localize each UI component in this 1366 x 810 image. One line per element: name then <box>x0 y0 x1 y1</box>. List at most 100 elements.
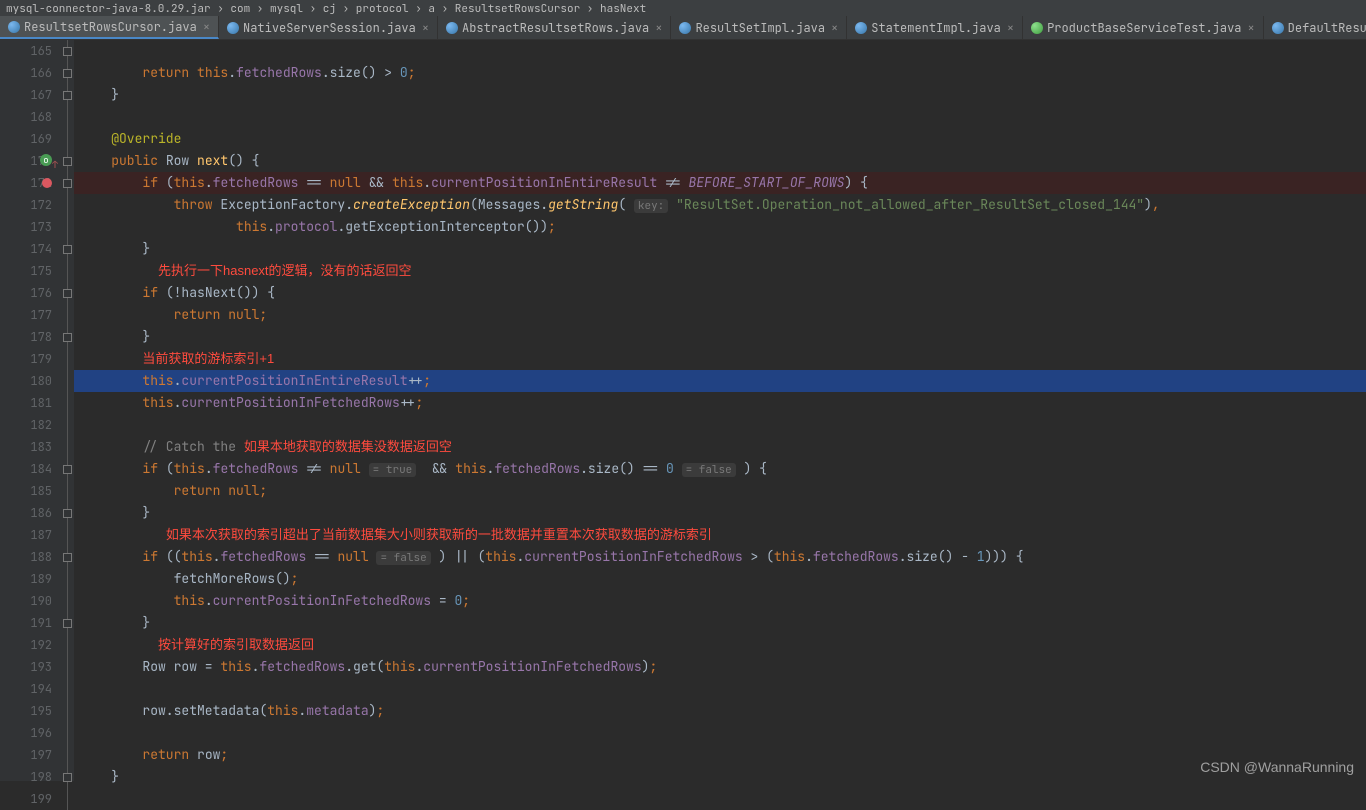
fold-region[interactable] <box>60 458 74 480</box>
close-icon[interactable]: × <box>829 20 838 36</box>
code-line[interactable]: if ((this.fetchedRows == null = false ) … <box>74 546 1366 568</box>
fold-region[interactable] <box>60 194 74 216</box>
line-number[interactable]: 190 <box>0 590 56 612</box>
code-line[interactable]: return null; <box>74 304 1366 326</box>
code-line[interactable]: @Override <box>74 128 1366 150</box>
code-line[interactable]: 先执行一下hasnext的逻辑，没有的话返回空 <box>74 260 1366 282</box>
fold-region[interactable] <box>60 172 74 194</box>
fold-region[interactable] <box>60 766 74 788</box>
line-number[interactable]: 182 <box>0 414 56 436</box>
tab-productbaseservicetest[interactable]: ProductBaseServiceTest.java × <box>1023 16 1264 39</box>
fold-toggle-icon[interactable] <box>63 47 72 56</box>
line-number[interactable]: 191 <box>0 612 56 634</box>
fold-toggle-icon[interactable] <box>63 619 72 628</box>
fold-region[interactable] <box>60 326 74 348</box>
line-number[interactable]: 194 <box>0 678 56 700</box>
code-line[interactable]: Row row = this.fetchedRows.get(this.curr… <box>74 656 1366 678</box>
fold-region[interactable] <box>60 656 74 678</box>
fold-region[interactable] <box>60 128 74 150</box>
fold-toggle-icon[interactable] <box>63 509 72 518</box>
line-number[interactable]: 196 <box>0 722 56 744</box>
code-line[interactable]: throw ExceptionFactory.createException(M… <box>74 194 1366 216</box>
fold-region[interactable] <box>60 62 74 84</box>
code-line[interactable]: 当前获取的游标索引+1 <box>74 348 1366 370</box>
fold-region[interactable] <box>60 304 74 326</box>
code-line[interactable]: public Row next() { <box>74 150 1366 172</box>
line-number[interactable]: 170o↑ <box>0 150 56 172</box>
line-number[interactable]: 192 <box>0 634 56 656</box>
line-number[interactable]: 186 <box>0 502 56 524</box>
fold-region[interactable] <box>60 392 74 414</box>
fold-region[interactable] <box>60 678 74 700</box>
line-number[interactable]: 165 <box>0 40 56 62</box>
fold-region[interactable] <box>60 216 74 238</box>
line-number[interactable]: 189 <box>0 568 56 590</box>
code-line[interactable] <box>74 678 1366 700</box>
fold-region[interactable] <box>60 502 74 524</box>
line-number[interactable]: 172 <box>0 194 56 216</box>
fold-region[interactable] <box>60 480 74 502</box>
code-line[interactable]: } <box>74 238 1366 260</box>
code-line[interactable]: 按计算好的索引取数据返回 <box>74 634 1366 656</box>
code-area[interactable]: return this.fetchedRows.size() > 0; } @O… <box>74 40 1366 781</box>
line-number[interactable]: 171 <box>0 172 56 194</box>
tab-nativeserversession[interactable]: NativeServerSession.java × <box>219 16 438 39</box>
code-line[interactable]: if (!hasNext()) { <box>74 282 1366 304</box>
code-line[interactable] <box>74 788 1366 810</box>
code-line[interactable]: } <box>74 502 1366 524</box>
close-icon[interactable]: × <box>420 20 429 36</box>
line-number[interactable]: 197 <box>0 744 56 766</box>
line-number[interactable]: 176 <box>0 282 56 304</box>
fold-toggle-icon[interactable] <box>63 773 72 782</box>
fold-region[interactable] <box>60 414 74 436</box>
fold-region[interactable] <box>60 568 74 590</box>
tab-defaultresultsethandler[interactable]: DefaultResultSetHandler.java × <box>1264 16 1366 39</box>
fold-region[interactable] <box>60 260 74 282</box>
code-line[interactable] <box>74 414 1366 436</box>
code-line[interactable]: this.protocol.getExceptionInterceptor())… <box>74 216 1366 238</box>
line-number[interactable]: 184 <box>0 458 56 480</box>
fold-region[interactable] <box>60 612 74 634</box>
fold-region[interactable] <box>60 84 74 106</box>
line-number[interactable]: 193 <box>0 656 56 678</box>
override-icon[interactable]: o <box>40 154 52 166</box>
fold-toggle-icon[interactable] <box>63 157 72 166</box>
fold-gutter[interactable] <box>60 40 74 781</box>
fold-region[interactable] <box>60 348 74 370</box>
code-line[interactable]: 如果本次获取的索引超出了当前数据集大小则获取新的一批数据并重置本次获取数据的游标… <box>74 524 1366 546</box>
tab-abstractresultsetrows[interactable]: AbstractResultsetRows.java × <box>438 16 671 39</box>
line-number[interactable]: 178 <box>0 326 56 348</box>
line-number[interactable]: 198 <box>0 766 56 788</box>
line-number-gutter[interactable]: 165166167168169170o↑17117217317417517617… <box>0 40 60 781</box>
fold-region[interactable] <box>60 524 74 546</box>
line-number[interactable]: 168 <box>0 106 56 128</box>
line-number[interactable]: 187 <box>0 524 56 546</box>
code-line[interactable]: return row; <box>74 744 1366 766</box>
close-icon[interactable]: × <box>1245 20 1254 36</box>
code-line[interactable] <box>74 722 1366 744</box>
line-number[interactable]: 174 <box>0 238 56 260</box>
line-number[interactable]: 179 <box>0 348 56 370</box>
line-number[interactable]: 181 <box>0 392 56 414</box>
fold-region[interactable] <box>60 700 74 722</box>
fold-region[interactable] <box>60 40 74 62</box>
close-icon[interactable]: × <box>1005 20 1014 36</box>
tab-statementimpl[interactable]: StatementImpl.java × <box>847 16 1023 39</box>
code-line[interactable]: } <box>74 84 1366 106</box>
code-line[interactable]: // Catch the 如果本地获取的数据集没数据返回空 <box>74 436 1366 458</box>
line-number[interactable]: 199 <box>0 788 56 810</box>
fold-toggle-icon[interactable] <box>63 179 72 188</box>
fold-region[interactable] <box>60 722 74 744</box>
fold-region[interactable] <box>60 370 74 392</box>
line-number[interactable]: 167 <box>0 84 56 106</box>
code-line[interactable]: return this.fetchedRows.size() > 0; <box>74 62 1366 84</box>
close-icon[interactable]: × <box>653 20 662 36</box>
fold-region[interactable] <box>60 282 74 304</box>
code-line[interactable]: row.setMetadata(this.metadata); <box>74 700 1366 722</box>
line-number[interactable]: 166 <box>0 62 56 84</box>
code-line[interactable]: } <box>74 766 1366 788</box>
fold-region[interactable] <box>60 436 74 458</box>
line-number[interactable]: 195 <box>0 700 56 722</box>
fold-region[interactable] <box>60 238 74 260</box>
fold-region[interactable] <box>60 546 74 568</box>
